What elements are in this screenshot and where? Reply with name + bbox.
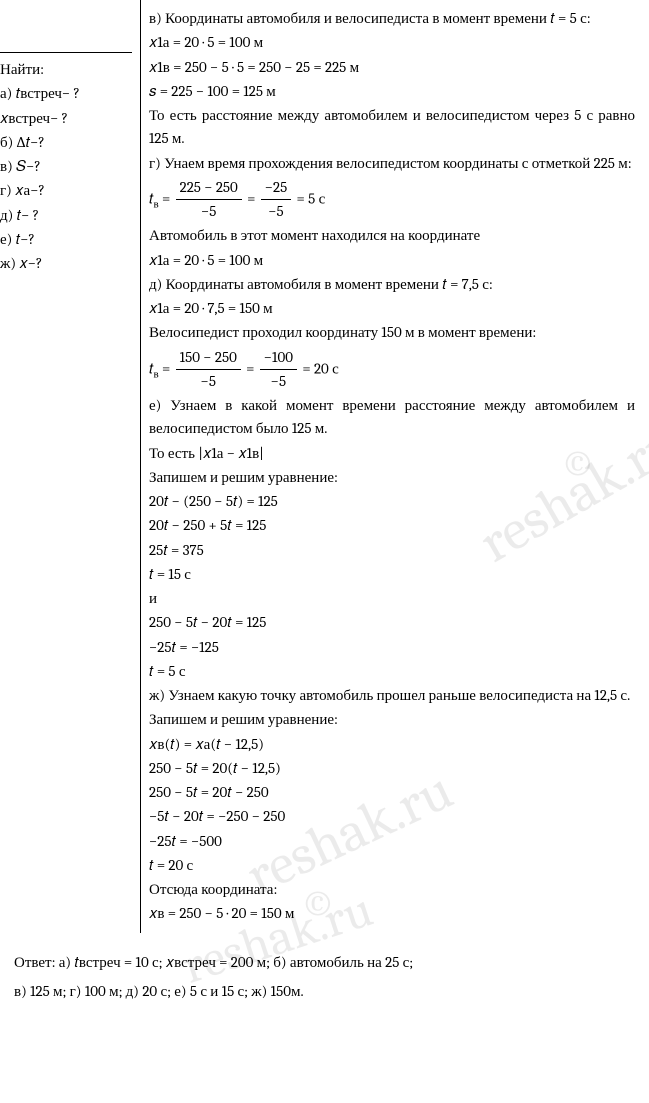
section-e-and: и (149, 587, 635, 610)
equation: 𝑥в(𝑡) = 𝑥а(𝑡 − 12,5) (149, 733, 635, 756)
equation: 𝑡 = 20 с (149, 854, 635, 877)
find-item: е) 𝑡−? (0, 228, 132, 251)
find-item: д) 𝑡− ? (0, 204, 132, 227)
section-e-write: Запишем и решим уравнение: (149, 466, 635, 489)
find-item: г) 𝑥а−? (0, 179, 132, 202)
equation-fraction: 𝑡в = 225 − 250−5 = −25−5 = 5 с (149, 176, 635, 224)
equation: −5𝑡 − 20𝑡 = −250 − 250 (149, 805, 635, 828)
answer-line: в) 125 м; г) 100 м; д) 20 с; е) 5 с и 15… (14, 977, 635, 1006)
section-v-intro: в) Координаты автомобиля и велосипедиста… (149, 7, 635, 30)
find-item: 𝑥встреч− ? (0, 107, 132, 130)
find-item: ж) 𝑥−? (0, 252, 132, 275)
section-zh-intro: ж) Узнаем какую точку автомобиль прошел … (149, 684, 635, 707)
equation: 𝑡 = 5 с (149, 660, 635, 683)
find-heading: Найти: (0, 58, 132, 81)
equation: 20𝑡 − (250 − 5𝑡) = 125 (149, 490, 635, 513)
equation: 𝑥в = 250 − 5 · 20 = 150 м (149, 902, 635, 925)
equation: 25𝑡 = 375 (149, 539, 635, 562)
section-e-intro: е) Узнаем в какой момент времени расстоя… (149, 394, 635, 441)
equation: 𝑡 = 15 с (149, 563, 635, 586)
equation-fraction: 𝑡в = 150 − 250−5 = −100−5 = 20 с (149, 346, 635, 394)
right-column: в) Координаты автомобиля и велосипедиста… (141, 0, 649, 933)
equation: 𝑥1а = 20 · 7,5 = 150 м (149, 297, 635, 320)
equation: 250 − 5𝑡 − 20𝑡 = 125 (149, 611, 635, 634)
equation: 250 − 5𝑡 = 20𝑡 − 250 (149, 781, 635, 804)
equation: 𝑥1а = 20 · 5 = 100 м (149, 31, 635, 54)
answer-line: Ответ: а) 𝑡встреч = 10 с; 𝑥встреч = 200 … (14, 948, 635, 977)
section-d-intro: д) Координаты автомобиля в момент времен… (149, 273, 635, 296)
equation: −25𝑡 = −125 (149, 636, 635, 659)
equation: 250 − 5𝑡 = 20(𝑡 − 12,5) (149, 757, 635, 780)
section-zh-write: Запишем и решим уравнение: (149, 708, 635, 731)
equation: 𝑥1в = 250 − 5 · 5 = 250 − 25 = 225 м (149, 56, 635, 79)
section-d-text: Велосипедист проходил координату 150 м в… (149, 321, 635, 344)
section-g-text: Автомобиль в этот момент находился на ко… (149, 224, 635, 247)
find-item: а) 𝑡встреч− ? (0, 82, 132, 105)
section-e-abs: То есть |𝑥1а − 𝑥1в| (149, 442, 635, 465)
answer-block: Ответ: а) 𝑡встреч = 10 с; 𝑥встреч = 200 … (0, 933, 649, 1015)
find-item: б) ∆𝑡−? (0, 131, 132, 154)
left-column: Найти: а) 𝑡встреч− ? 𝑥встреч− ? б) ∆𝑡−? … (0, 0, 140, 933)
equation: −25𝑡 = −500 (149, 830, 635, 853)
equation: 𝑥1а = 20 · 5 = 100 м (149, 249, 635, 272)
section-g-intro: г) Унаем время прохождения велосипедисто… (149, 152, 635, 175)
section-v-conclusion: То есть расстояние между автомобилем и в… (149, 104, 635, 151)
solution-page: Найти: а) 𝑡встреч− ? 𝑥встреч− ? б) ∆𝑡−? … (0, 0, 649, 933)
equation: 𝑠 = 225 − 100 = 125 м (149, 80, 635, 103)
section-zh-from: Отсюда координата: (149, 878, 635, 901)
equation: 20𝑡 − 250 + 5𝑡 = 125 (149, 514, 635, 537)
find-item: в) 𝑆−? (0, 155, 132, 178)
